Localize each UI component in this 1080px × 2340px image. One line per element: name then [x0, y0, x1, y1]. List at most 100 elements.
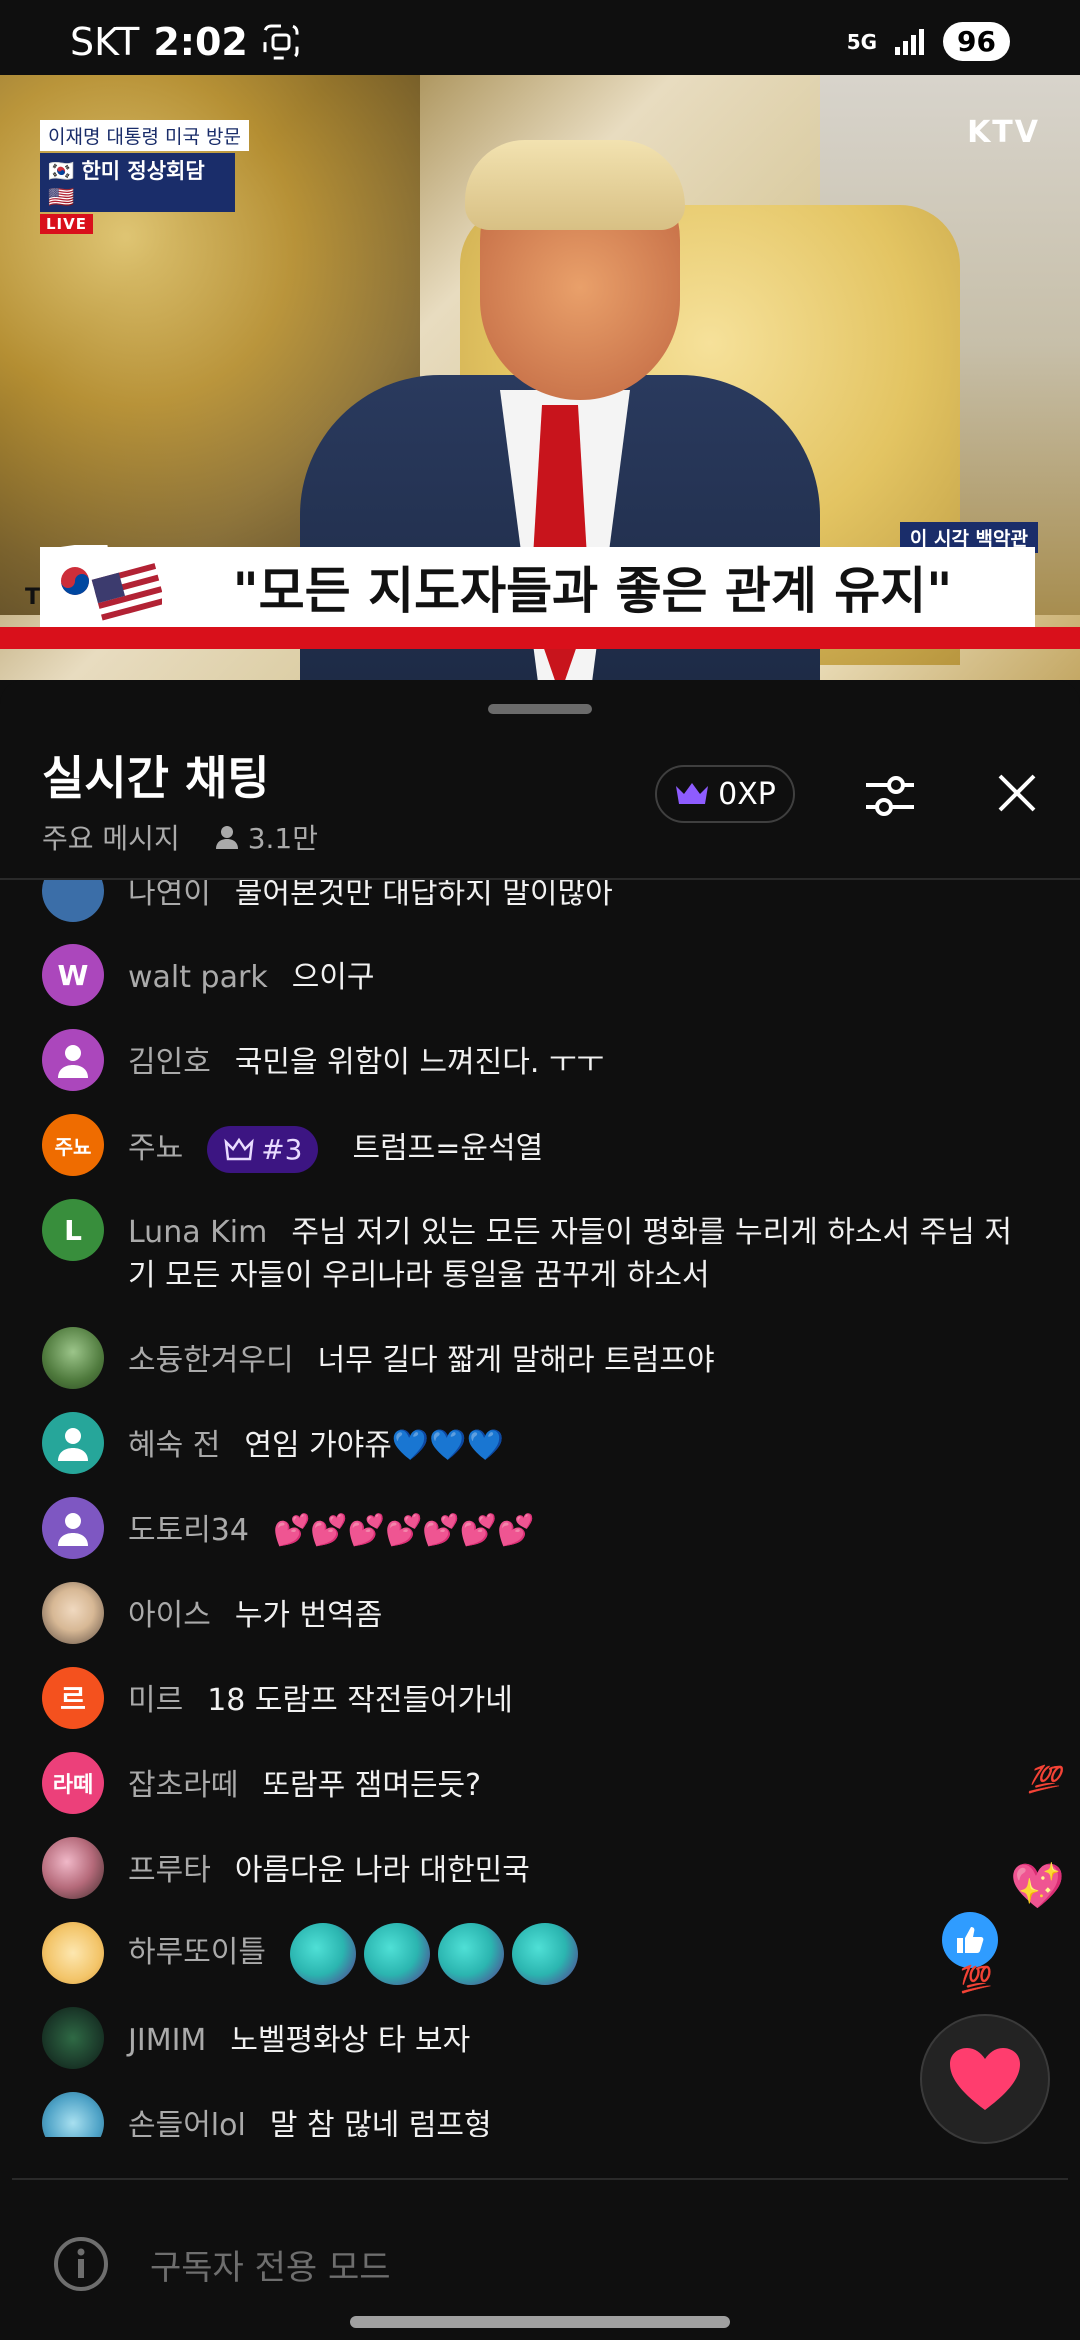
news-tag-line2: 🇰🇷 한미 정상회담 🇺🇸 [40, 153, 235, 212]
message-text: 노벨평화상 타 보자 [230, 2023, 471, 2058]
chat-message[interactable]: 혜숙 전 연임 가야쥬💙💙💙 [42, 1412, 1042, 1474]
hundred-icon: 💯 [1028, 1765, 1061, 1795]
avatar-initial: W [57, 958, 89, 992]
avatar[interactable] [42, 1029, 104, 1091]
avatar[interactable] [42, 1837, 104, 1899]
chat-message[interactable]: 프루타 아름다운 나라 대한민국 [42, 1837, 1042, 1899]
message-author[interactable]: 하루또이틀 [128, 1935, 266, 1970]
chat-subheader: 주요 메시지 3.1만 [42, 817, 318, 857]
carrier-label: SKT [70, 20, 140, 64]
chat-mode-selector[interactable]: 주요 메시지 [42, 817, 180, 857]
video-person-hair [465, 140, 685, 230]
xp-button[interactable]: 0XP [655, 765, 795, 823]
chat-message[interactable]: JIMIM 노벨평화상 타 보자 [42, 2007, 1042, 2069]
custom-emoji-sticker [438, 1922, 504, 1985]
heart-icon [950, 2048, 1020, 2110]
chat-message[interactable]: 라떼 잡초라떼 또람푸 잼며든듯? [42, 1752, 1042, 1814]
chat-input-area[interactable]: 구독자 전용 모드 [52, 2235, 391, 2293]
message-text: 물어본것만 대답하지 말이많아 [234, 880, 613, 911]
person-icon [215, 826, 238, 849]
viewer-count: 3.1만 [214, 817, 318, 857]
message-author[interactable]: 아이스 [128, 1598, 211, 1633]
signal-icon [895, 28, 925, 55]
custom-emoji-sticker [364, 1922, 430, 1985]
heart-party-icon: 💖 [1010, 1861, 1065, 1912]
message-author[interactable]: 프루타 [128, 1853, 211, 1888]
avatar[interactable] [42, 2092, 104, 2137]
avatar-initial: 르 [60, 1683, 86, 1716]
chat-message[interactable]: 르 미르 18 도람프 작전들어가네 [42, 1667, 1042, 1729]
message-author[interactable]: 나연이 [128, 880, 211, 911]
home-indicator[interactable] [350, 2316, 730, 2328]
chat-message[interactable]: 아이스 누가 번역좀 [42, 1582, 1042, 1644]
drag-handle[interactable] [488, 704, 592, 714]
input-divider [12, 2178, 1068, 2180]
message-author[interactable]: 잡초라떼 [128, 1768, 238, 1803]
chat-message[interactable]: 소듕한겨우디 너무 길다 짧게 말해라 트럼프야 [42, 1327, 1042, 1389]
chat-message[interactable]: 도토리34 💕💕💕💕💕💕💕 [42, 1497, 1042, 1559]
avatar[interactable]: 르 [42, 1667, 104, 1729]
chat-message[interactable]: 주뇨 주뇨 #3 트럼프=윤석열 [42, 1114, 1042, 1176]
close-icon[interactable] [992, 768, 1042, 818]
reaction-heart-button[interactable] [920, 2014, 1050, 2144]
live-badge: LIVE [40, 214, 93, 234]
clock: 2:02 [153, 20, 248, 64]
chat-message[interactable]: W walt park 으이구 [42, 944, 1042, 1006]
message-author[interactable]: JIMIM [128, 2023, 206, 2058]
chyron-text: "모든 지도자들과 좋은 관계 유지" [232, 562, 953, 620]
avatar[interactable]: 주뇨 [42, 1114, 104, 1176]
avatar[interactable] [42, 1582, 104, 1644]
chat-message[interactable]: 하루또이틀 [42, 1922, 1042, 1985]
chat-message-list-continued[interactable]: 프루타 아름다운 나라 대한민국 하루또이틀 JIMIM 노벨평화상 타 보자 [0, 1837, 1080, 2137]
subscriber-only-mode-label: 구독자 전용 모드 [150, 2247, 391, 2288]
screen-capture-icon [263, 24, 299, 60]
avatar[interactable] [42, 1922, 104, 1984]
avatar[interactable] [42, 880, 104, 922]
news-chyron: "모든 지도자들과 좋은 관계 유지" [40, 547, 1035, 627]
avatar[interactable]: 라떼 [42, 1752, 104, 1814]
chyron-red-bar [0, 627, 1080, 649]
message-author[interactable]: 혜숙 전 [128, 1428, 220, 1463]
info-icon[interactable] [52, 2235, 110, 2293]
chat-message[interactable]: 손들어lol 말 참 많네 럼프형 [42, 2092, 1042, 2137]
avatar[interactable]: L [42, 1199, 104, 1261]
avatar[interactable]: W [42, 944, 104, 1006]
news-tag-line1: 이재명 대통령 미국 방문 [40, 120, 249, 151]
avatar-initial: 라떼 [52, 1773, 94, 1798]
message-text: 아름다운 나라 대한민국 [234, 1853, 530, 1888]
message-author[interactable]: 소듕한겨우디 [128, 1343, 294, 1378]
message-text: 연임 가야쥬💙💙💙 [244, 1428, 504, 1463]
hundred-icon-2: 💯 [960, 1965, 993, 1995]
flags-icon [42, 545, 162, 625]
default-avatar-icon [58, 1428, 88, 1461]
channel-logo: KTV [967, 115, 1040, 150]
custom-emoji-sticker [512, 1922, 578, 1985]
tune-icon[interactable] [862, 768, 918, 824]
message-author[interactable]: 김인호 [128, 1045, 211, 1080]
crown-icon [676, 783, 709, 804]
avatar[interactable] [42, 1497, 104, 1559]
message-author[interactable]: 손들어lol [128, 2108, 246, 2137]
message-author[interactable]: 주뇨 [128, 1131, 183, 1166]
chat-title: 실시간 채팅 [42, 751, 270, 805]
message-text: 으이구 [291, 960, 375, 995]
message-text: 말 참 많네 럼프형 [269, 2108, 492, 2137]
message-text: 너무 길다 짧게 말해라 트럼프야 [317, 1343, 715, 1378]
viewer-count-value: 3.1만 [247, 822, 318, 855]
chat-message-list[interactable]: 나연이 물어본것만 대답하지 말이많아 W walt park 으이구 김인호 국민을… [0, 880, 1080, 1840]
avatar[interactable] [42, 1412, 104, 1474]
video-player[interactable]: KTV 이재명 대통령 미국 방문 🇰🇷 한미 정상회담 🇺🇸 LIVE 이 시… [0, 75, 1080, 680]
status-bar: SKT 2:02 5G 96 [0, 0, 1080, 75]
message-author[interactable]: 미르 [128, 1683, 183, 1718]
message-author[interactable]: Luna Kim [128, 1215, 267, 1250]
avatar-initial: L [64, 1213, 82, 1247]
chat-message[interactable]: L Luna Kim 주님 저기 있는 모든 자들이 평화를 누리게 하소서 주님… [42, 1199, 1042, 1297]
chat-message[interactable]: 김인호 국민을 위함이 느껴진다. ㅜㅜ [42, 1029, 1042, 1091]
avatar[interactable] [42, 1327, 104, 1389]
chat-message[interactable]: 나연이 물어본것만 대답하지 말이많아 [42, 880, 1042, 922]
message-author[interactable]: walt park [128, 960, 268, 995]
avatar[interactable] [42, 2007, 104, 2069]
xp-value: 0XP [718, 776, 776, 812]
message-author[interactable]: 도토리34 [128, 1513, 249, 1548]
network-label: 5G [846, 29, 878, 54]
